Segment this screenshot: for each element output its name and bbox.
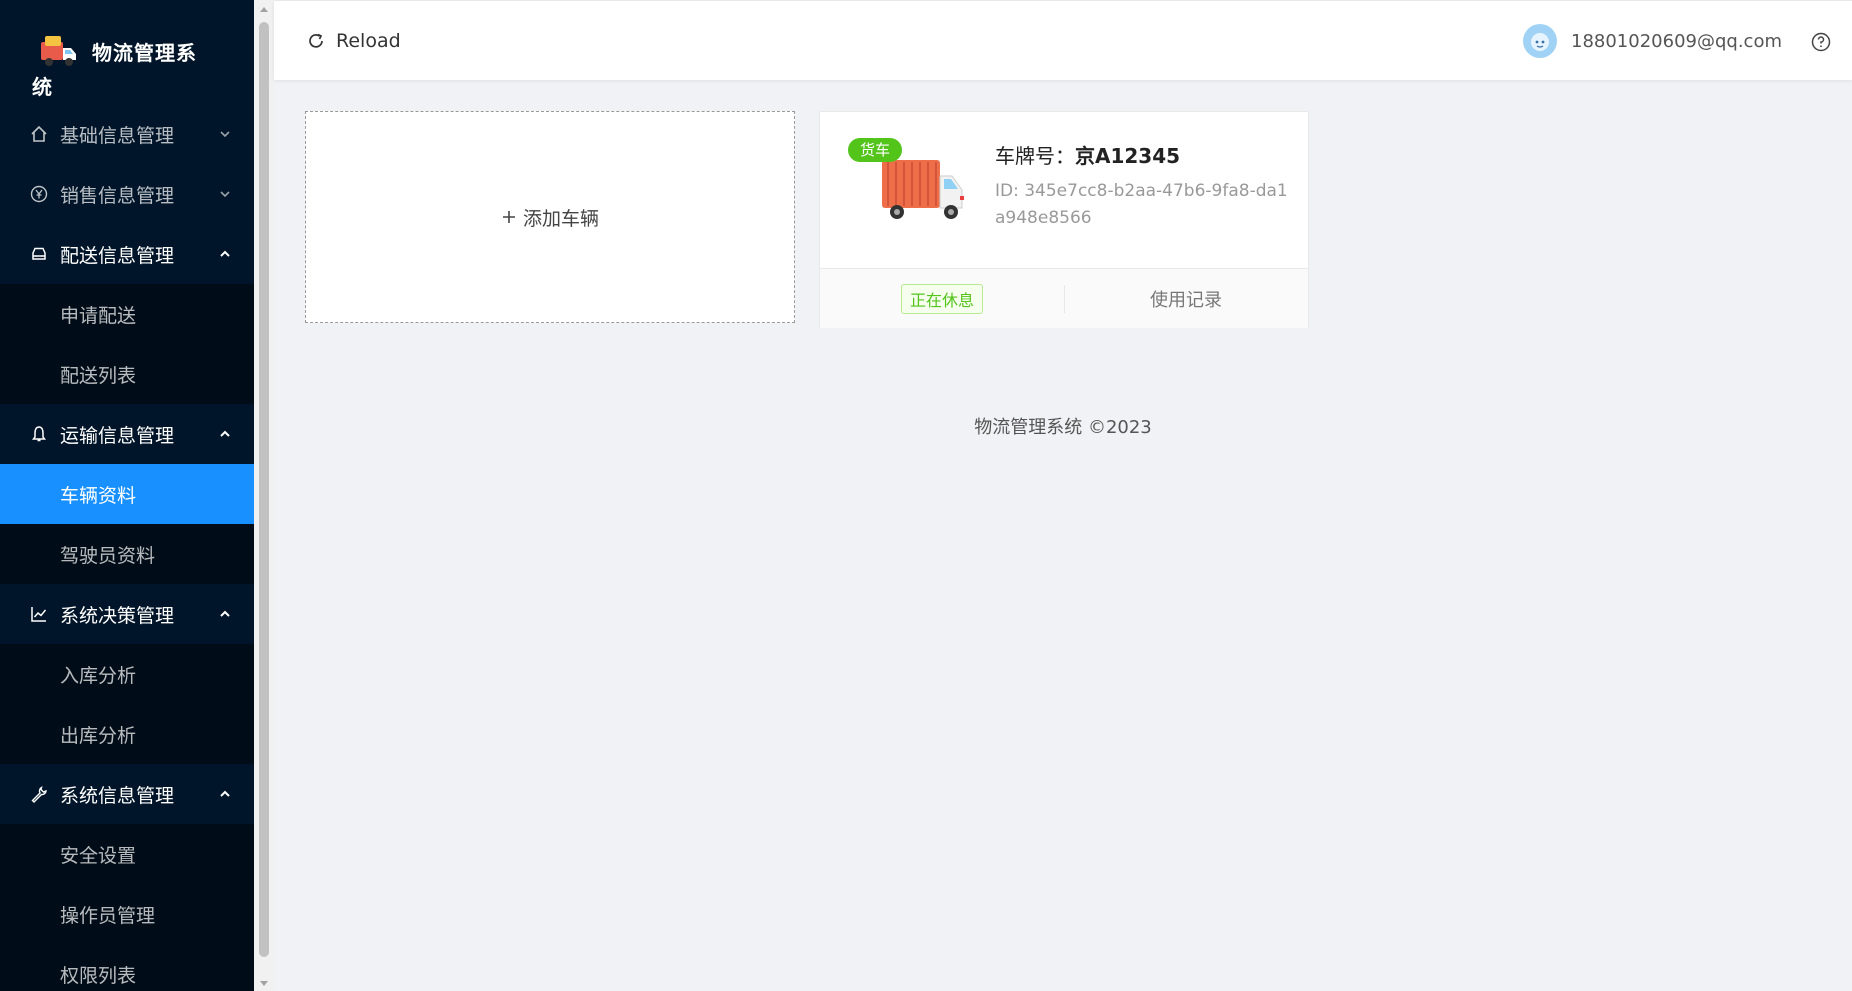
avatar — [1523, 24, 1557, 58]
reload-icon — [309, 33, 323, 48]
vehicle-card: 货车 车牌号：京A12345 ID: 345e7cc8-b2aa-47b6-9f… — [819, 111, 1309, 328]
status-badge: 正在休息 — [900, 283, 983, 314]
menu-vehicle-info[interactable]: 车辆资料 — [0, 464, 254, 524]
plus-icon — [502, 211, 515, 223]
menu-label: 基础信息管理 — [60, 124, 175, 147]
chevron-down-icon — [220, 131, 230, 138]
menu-decision[interactable]: 系统决策管理 — [0, 584, 254, 644]
menu-delivery-info[interactable]: 配送信息管理 — [0, 224, 254, 284]
menu-inbound-analysis[interactable]: 入库分析 — [0, 644, 254, 704]
scroll-down-arrow-icon[interactable] — [258, 977, 270, 989]
car-icon — [28, 243, 50, 265]
menu-permission-list[interactable]: 权限列表 — [0, 944, 254, 991]
user-avatar-icon — [1531, 33, 1549, 51]
chevron-up-icon — [220, 610, 230, 617]
reload-label: Reload — [336, 30, 401, 52]
home-icon — [28, 123, 50, 145]
menu-label: 系统信息管理 — [60, 784, 175, 807]
footer-copyright: 物流管理系统 ©2023 — [974, 417, 1152, 438]
scroll-up-arrow-icon[interactable] — [258, 4, 270, 16]
menu-label: 销售信息管理 — [60, 184, 175, 207]
chevron-up-icon — [220, 790, 230, 797]
chevron-up-icon — [220, 250, 230, 257]
menu-security-settings[interactable]: 安全设置 — [0, 824, 254, 884]
plate-value: 京A12345 — [1075, 144, 1181, 168]
line-chart-icon — [28, 603, 50, 625]
plate-number: 车牌号：京A12345 — [995, 140, 1180, 169]
yen-icon — [28, 183, 50, 205]
menu-basic-info[interactable]: 基础信息管理 — [0, 104, 254, 164]
tool-icon — [28, 783, 50, 805]
menu-sales-info[interactable]: 销售信息管理 — [0, 164, 254, 224]
vehicle-type-tag: 货车 — [848, 138, 903, 162]
user-email: 18801020609@qq.com — [1571, 30, 1782, 52]
chevron-up-icon — [220, 430, 230, 437]
vehicle-card-actions: 正在休息 使用记录 — [820, 268, 1308, 328]
add-vehicle-label: 添加车辆 — [522, 207, 599, 230]
menu-operator-management[interactable]: 操作员管理 — [0, 884, 254, 944]
usage-history-button[interactable]: 使用记录 — [1064, 269, 1308, 328]
menu-delivery-list[interactable]: 配送列表 — [0, 344, 254, 404]
menu-label: 运输信息管理 — [60, 424, 175, 447]
menu-transport-info[interactable]: 运输信息管理 — [0, 404, 254, 464]
vehicle-card-body: 货车 车牌号：京A12345 ID: 345e7cc8-b2aa-47b6-9f… — [820, 112, 1308, 268]
sidebar: 物流管理系统 基础信息管理 销售信息管理 配送信息管理 申请配送 配送列表 运输… — [0, 0, 254, 991]
bell-icon — [28, 423, 50, 445]
menu-label: 配送信息管理 — [60, 244, 175, 267]
user-menu[interactable]: 18801020609@qq.com — [1523, 1, 1782, 81]
menu-label: 系统决策管理 — [60, 604, 175, 627]
menu-driver-info[interactable]: 驾驶员资料 — [0, 524, 254, 584]
chevron-down-icon — [220, 191, 230, 198]
plate-prefix: 车牌号： — [995, 144, 1075, 168]
app-logo[interactable]: 物流管理系统 — [32, 28, 212, 99]
top-header: Reload 18801020609@qq.com — [274, 0, 1852, 80]
help-icon[interactable] — [1810, 31, 1832, 53]
reload-button[interactable]: Reload — [306, 1, 401, 81]
add-vehicle-card[interactable]: 添加车辆 — [305, 111, 795, 323]
app-title: 物流管理系统 — [32, 41, 197, 99]
vehicle-id: ID: 345e7cc8-b2aa-47b6-9fa8-da1a948e8566 — [995, 181, 1288, 228]
scroll-thumb[interactable] — [259, 22, 269, 957]
sidebar-scrollbar[interactable] — [254, 0, 274, 991]
vehicle-status-action[interactable]: 正在休息 — [820, 269, 1064, 328]
menu-system-info[interactable]: 系统信息管理 — [0, 764, 254, 824]
menu-outbound-analysis[interactable]: 出库分析 — [0, 704, 254, 764]
menu-apply-delivery[interactable]: 申请配送 — [0, 284, 254, 344]
app-root: 物流管理系统 基础信息管理 销售信息管理 配送信息管理 申请配送 配送列表 运输… — [0, 0, 1852, 991]
